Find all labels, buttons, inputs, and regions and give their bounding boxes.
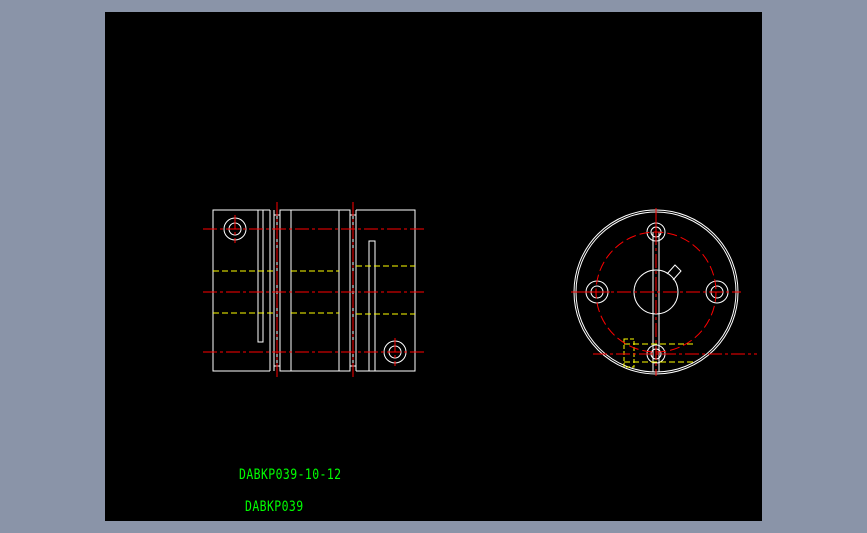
left-hub-outline xyxy=(212,209,270,372)
side-view-centerlines xyxy=(203,202,425,380)
keyway xyxy=(666,264,682,281)
part-number-label: DABKP039-10-12 xyxy=(239,467,342,483)
cad-viewport[interactable]: DABKP039-10-12 DABKP039 xyxy=(105,12,762,521)
disc-pack-right xyxy=(338,209,351,372)
model-label: DABKP039 xyxy=(245,499,304,515)
cad-drawing xyxy=(203,202,757,380)
side-view-hidden-lines xyxy=(213,265,415,315)
left-hub-slit xyxy=(257,210,264,343)
side-view xyxy=(212,209,416,372)
disc-pack-left-b xyxy=(279,209,292,372)
center-spacer xyxy=(290,209,340,372)
